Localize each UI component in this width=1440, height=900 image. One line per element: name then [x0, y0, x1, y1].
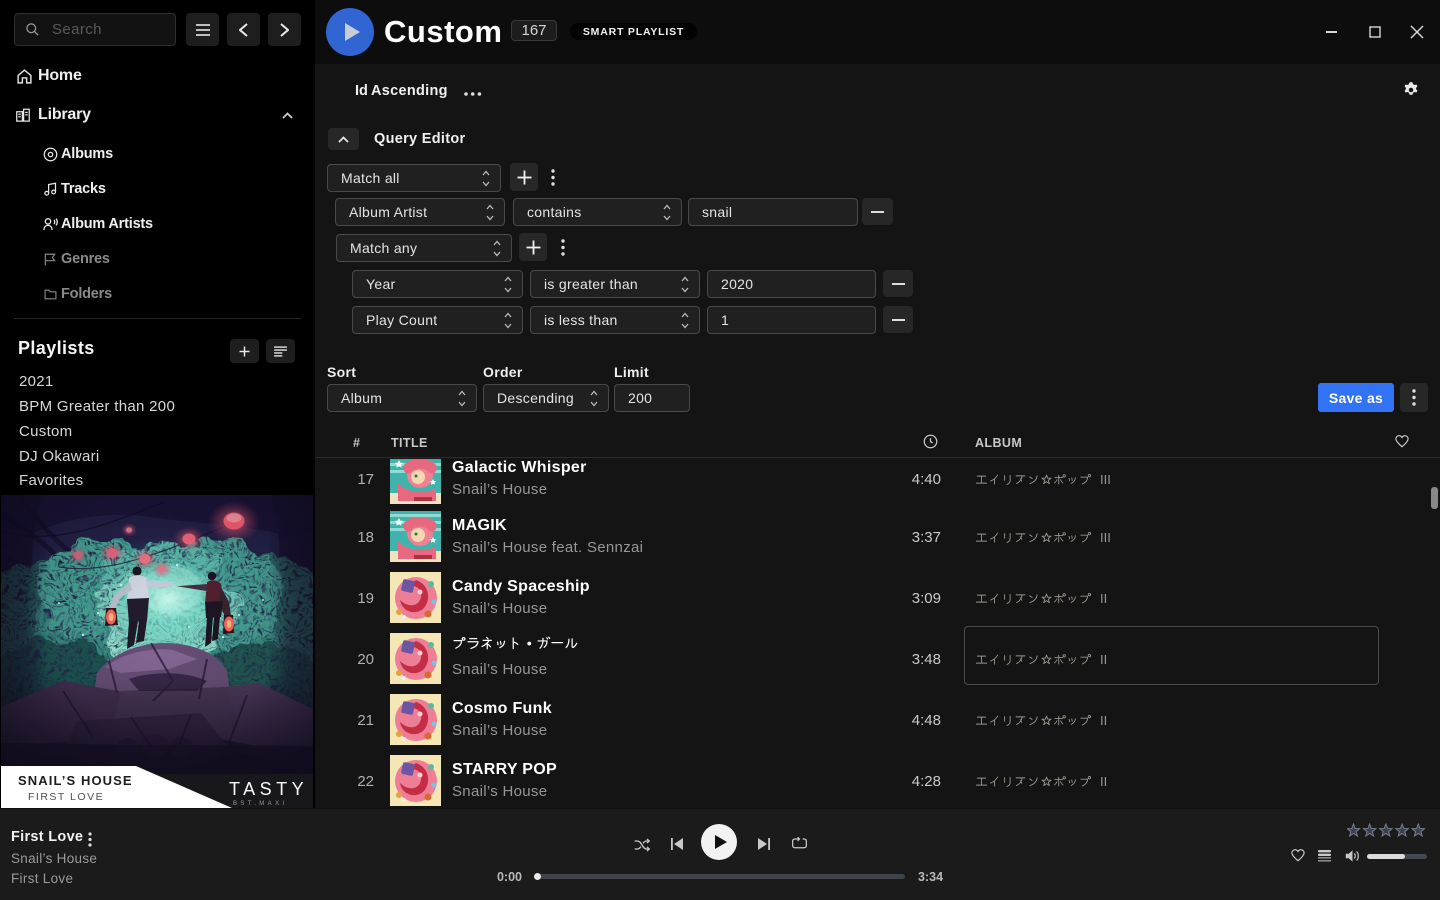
- svg-text:BST.MAXI: BST.MAXI: [233, 801, 288, 807]
- svg-text:TASTY: TASTY: [229, 779, 308, 799]
- svg-text:SNAIL’S HOUSE: SNAIL’S HOUSE: [18, 773, 133, 788]
- svg-text:FIRST LOVE: FIRST LOVE: [28, 791, 104, 803]
